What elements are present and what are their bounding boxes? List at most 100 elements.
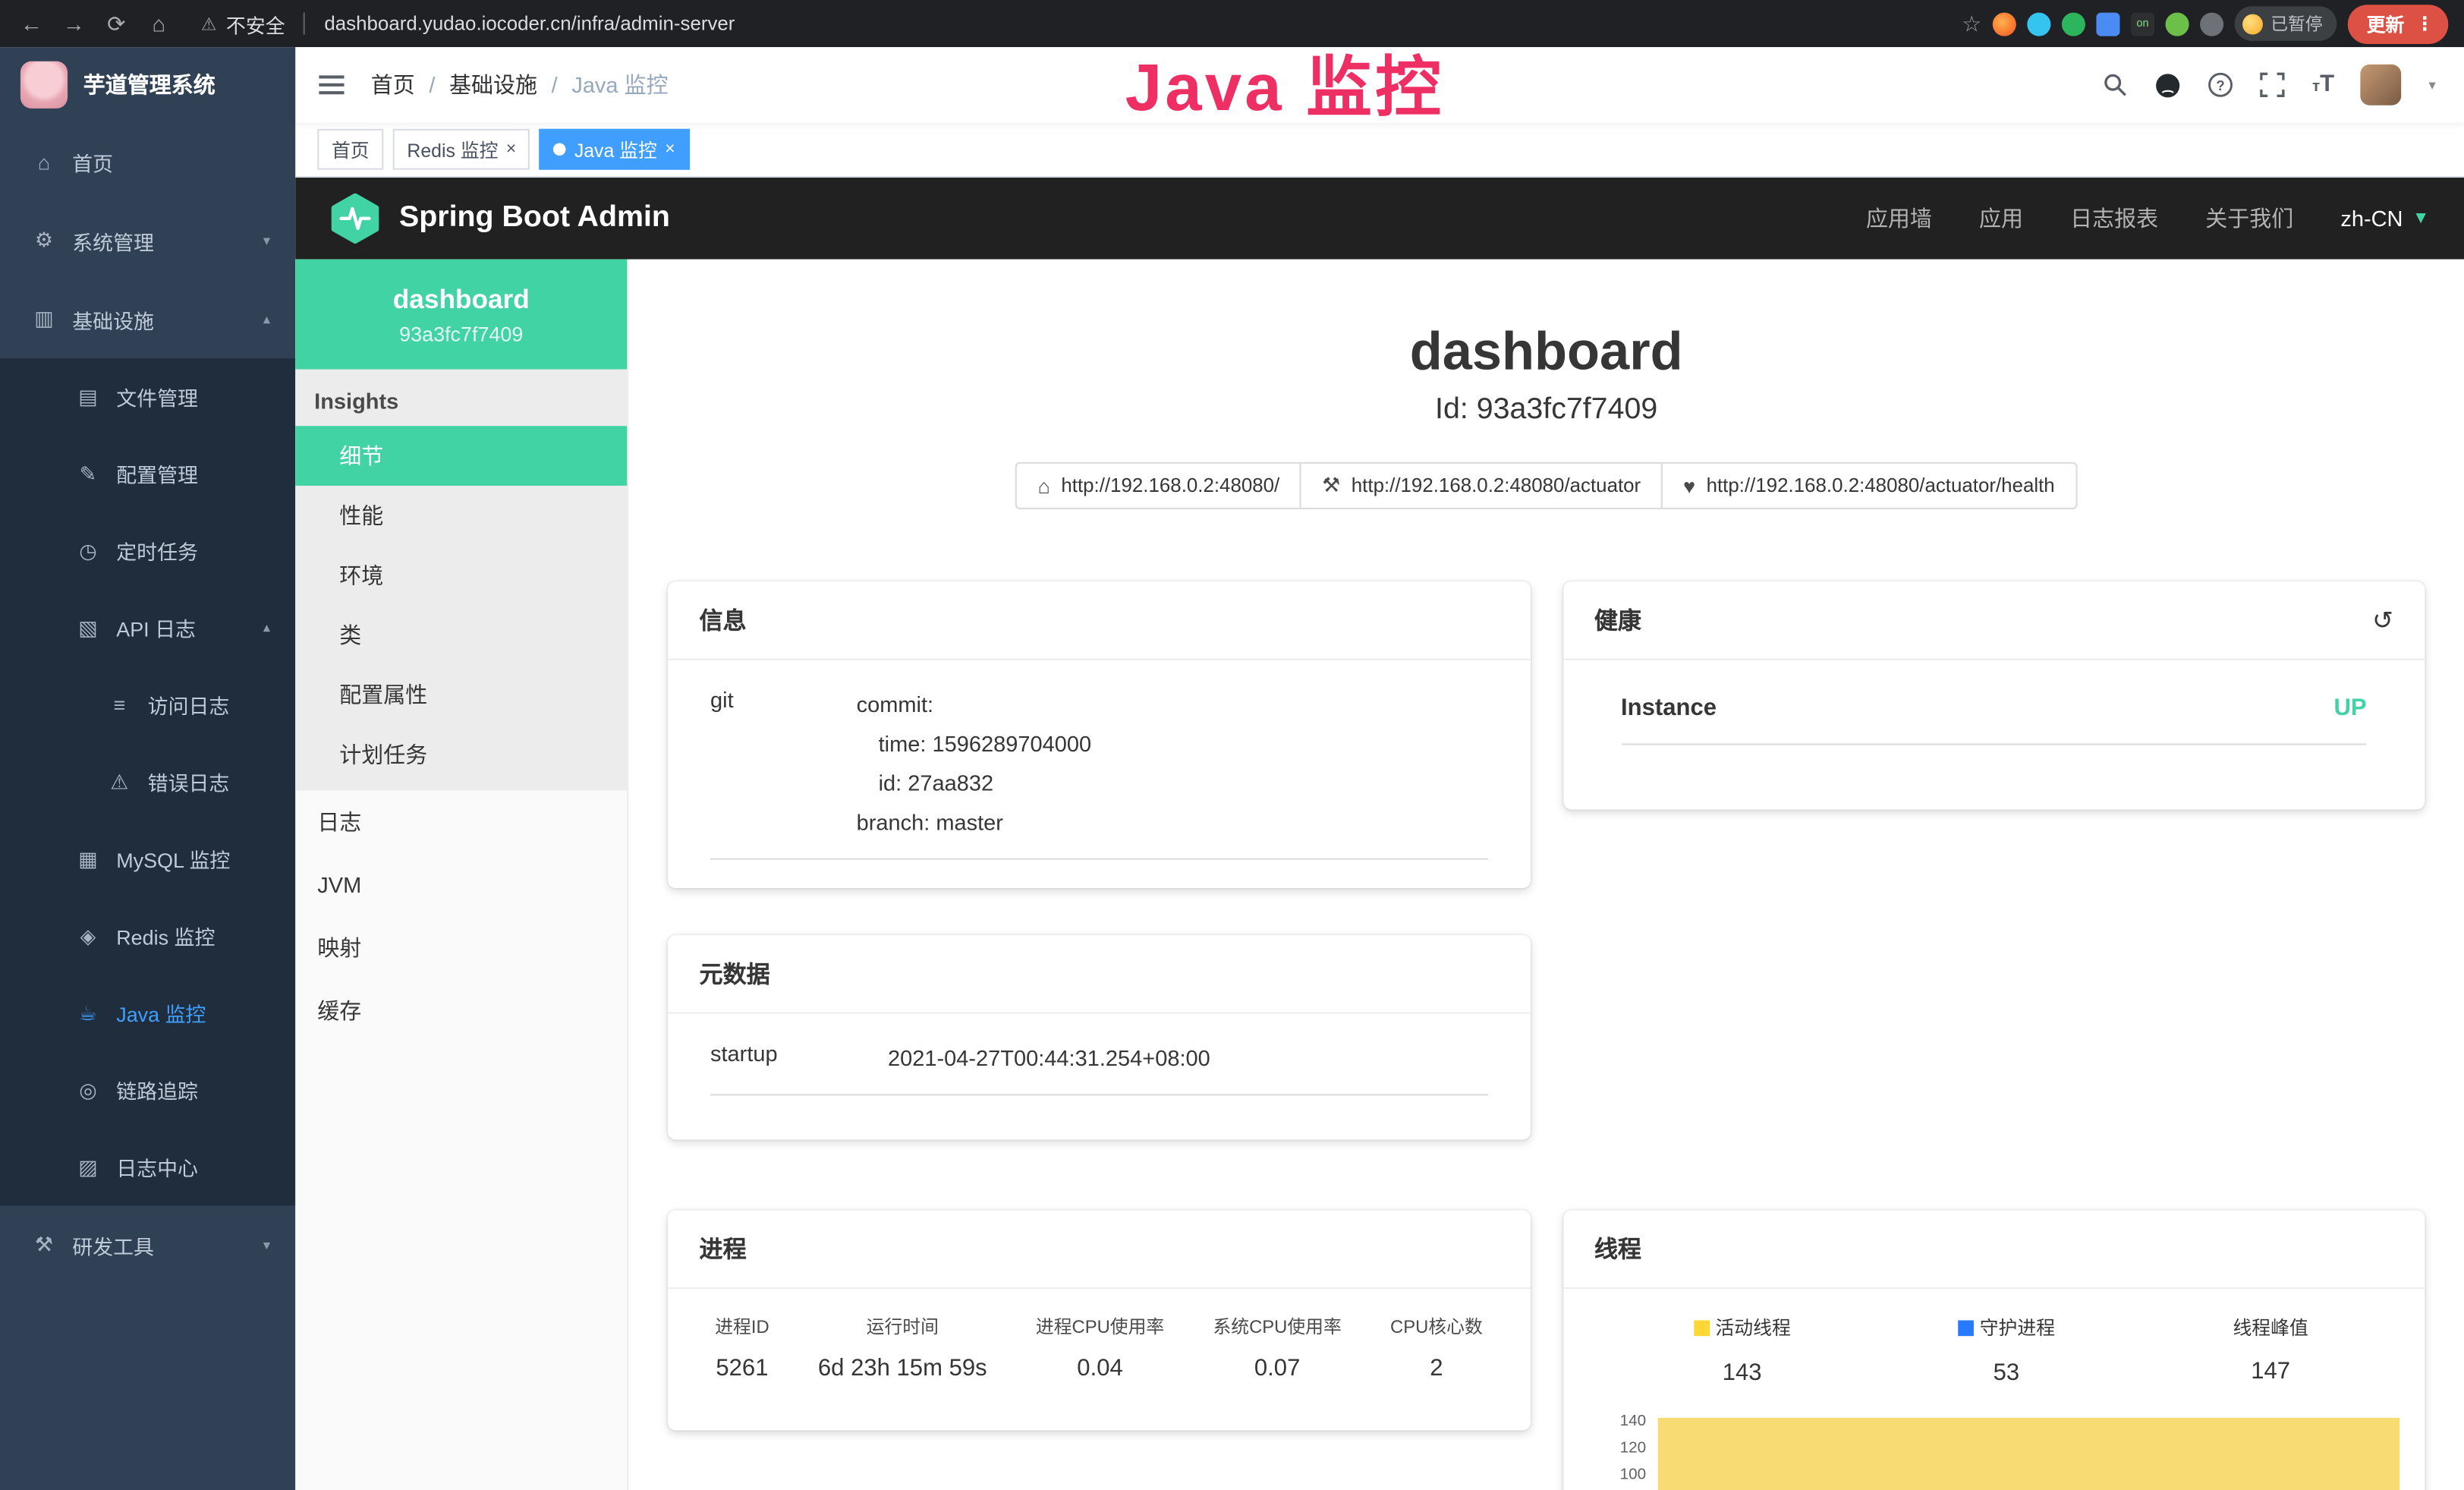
chevron-down-icon: ▾ — [263, 1236, 270, 1254]
tag-home[interactable]: 首页 — [317, 129, 383, 170]
breadcrumb-separator: / — [552, 72, 558, 97]
extension-pawn-icon[interactable] — [2200, 12, 2223, 36]
chevron-down-icon[interactable]: ▾ — [2428, 76, 2435, 93]
sba-item-jvm[interactable]: JVM — [295, 853, 627, 916]
sidebar-item-api-logs[interactable]: ▧ API 日志 ▴ — [0, 590, 295, 666]
metadata-card: 元数据 startup 2021-04-27T00:44:31.254+08:0… — [668, 935, 1530, 1139]
sba-item-scheduled-tasks[interactable]: 计划任务 — [295, 725, 627, 785]
sba-item-environment[interactable]: 环境 — [295, 546, 627, 606]
sba-item-details[interactable]: 细节 — [295, 426, 627, 486]
sidebar-item-home[interactable]: ⌂ 首页 — [0, 123, 295, 202]
extension-icon[interactable] — [1993, 12, 2016, 36]
service-url-button[interactable]: ⌂ http://192.168.0.2:48080/ — [1016, 462, 1302, 509]
search-icon[interactable] — [2104, 72, 2129, 97]
sidebar-item-mysql-monitor[interactable]: ▦ MySQL 监控 — [0, 821, 295, 897]
breadcrumb-infrastructure[interactable]: 基础设施 — [449, 69, 537, 100]
kebab-menu-icon[interactable]: ⋮ — [2415, 13, 2434, 35]
actuator-url-button[interactable]: ⚒ http://192.168.0.2:48080/actuator — [1300, 462, 1663, 509]
sidebar-item-config-mgmt[interactable]: ✎ 配置管理 — [0, 436, 295, 512]
back-icon[interactable]: ← — [16, 11, 47, 36]
locale-selector[interactable]: zh-CN ▼ — [2340, 206, 2429, 231]
sidebar-item-error-logs[interactable]: ⚠ 错误日志 — [0, 743, 295, 820]
threads-chart: 140 120 100 — [1610, 1407, 2403, 1490]
sidebar-item-scheduled-jobs[interactable]: ◷ 定时任务 — [0, 512, 295, 589]
sidebar-item-tracing[interactable]: ◎ 链路追踪 — [0, 1051, 295, 1128]
paused-badge[interactable]: 已暂停 — [2235, 6, 2337, 41]
sidebar-item-system-mgmt[interactable]: ⚙ 系统管理 ▾ — [0, 201, 295, 280]
app-sidebar: 芋道管理系统 ⌂ 首页 ⚙ 系统管理 ▾ ▥ 基础设施 ▴ ▤ 文件管理 — [0, 47, 295, 1490]
sidebar-item-file-mgmt[interactable]: ▤ 文件管理 — [0, 358, 295, 435]
extension-icon[interactable] — [2062, 12, 2085, 36]
instance-title: dashboard — [628, 323, 2464, 384]
app-title: 芋道管理系统 — [83, 69, 216, 100]
legend-daemon-threads: 守护进程 53 — [1874, 1314, 2138, 1385]
address-bar[interactable]: ⚠ 不安全 dashboard.yudao.iocoder.cn/infra/a… — [201, 8, 735, 38]
extension-leaf-icon[interactable] — [2166, 12, 2189, 36]
sba-brand[interactable]: Spring Boot Admin — [399, 201, 670, 236]
close-icon[interactable]: × — [665, 140, 675, 159]
sidebar-item-log-center[interactable]: ▨ 日志中心 — [0, 1129, 295, 1205]
github-icon[interactable] — [2155, 71, 2182, 98]
chrome-update-button[interactable]: 更新 ⋮ — [2348, 4, 2449, 43]
sba-item-logs[interactable]: 日志 — [295, 791, 627, 854]
sba-nav-journal[interactable]: 日志报表 — [2070, 203, 2158, 234]
git-branch-line: branch: master — [857, 803, 1487, 843]
sidebar-item-infrastructure[interactable]: ▥ 基础设施 ▴ — [0, 280, 295, 359]
sba-item-classes[interactable]: 类 — [295, 605, 627, 665]
sba-nav-wallboard[interactable]: 应用墙 — [1866, 203, 1932, 234]
file-icon: ▤ — [75, 384, 100, 409]
home-icon[interactable]: ⌂ — [143, 11, 174, 36]
breadcrumb-home[interactable]: 首页 — [371, 69, 415, 100]
user-avatar[interactable] — [2361, 65, 2402, 106]
sba-item-caches[interactable]: 缓存 — [295, 979, 627, 1042]
y-tick: 100 — [1620, 1461, 1647, 1488]
instance-header[interactable]: dashboard 93a3fc7f7409 — [295, 260, 627, 370]
metadata-key: startup — [710, 1039, 888, 1079]
sidebar-item-access-logs[interactable]: ≡ 访问日志 — [0, 666, 295, 743]
breadcrumb-separator: / — [429, 72, 435, 97]
legend-live-threads: 活动线程 143 — [1610, 1314, 1874, 1385]
security-label[interactable]: 不安全 — [226, 8, 285, 38]
tag-redis-monitor[interactable]: Redis 监控 × — [393, 129, 530, 170]
heart-icon: ♥ — [1683, 474, 1695, 497]
timer-icon: ◷ — [75, 538, 100, 563]
sba-item-config-props[interactable]: 配置属性 — [295, 665, 627, 725]
url-text[interactable]: dashboard.yudao.iocoder.cn/infra/admin-s… — [324, 13, 735, 35]
sba-nav-about[interactable]: 关于我们 — [2205, 203, 2293, 234]
sba-item-mappings[interactable]: 映射 — [295, 916, 627, 979]
sidebar-item-java-monitor[interactable]: ☕ Java 监控 — [0, 975, 295, 1051]
history-icon[interactable]: ↺ — [2372, 604, 2393, 635]
app-logo-row[interactable]: 芋道管理系统 — [0, 47, 295, 122]
forward-icon[interactable]: → — [58, 11, 90, 36]
extension-grid-icon[interactable] — [2096, 12, 2119, 36]
sba-item-metrics[interactable]: 性能 — [295, 486, 627, 546]
font-size-icon[interactable]: тT — [2312, 71, 2334, 99]
reload-icon[interactable]: ⟳ — [101, 10, 132, 36]
wrench-icon: ⚒ — [1322, 473, 1340, 498]
sba-main: dashboard Id: 93a3fc7f7409 ⌂ http://192.… — [628, 260, 2464, 1490]
sidebar-item-dev-tools[interactable]: ⚒ 研发工具 ▾ — [0, 1205, 295, 1284]
help-icon[interactable]: ? — [2208, 72, 2233, 97]
bookmark-star-icon[interactable]: ☆ — [1962, 10, 1981, 36]
blue-swatch-icon — [1958, 1319, 1974, 1335]
address-divider — [304, 13, 305, 35]
redis-icon: ◈ — [75, 924, 100, 949]
sba-nav-applications[interactable]: 应用 — [1979, 203, 2023, 234]
home-icon: ⌂ — [31, 150, 56, 174]
sidebar-fold-icon[interactable] — [317, 72, 345, 97]
close-icon[interactable]: × — [506, 140, 516, 159]
api-log-icon: ▧ — [75, 616, 100, 641]
sba-sidebar: dashboard 93a3fc7f7409 Insights 细节 性能 环境… — [295, 260, 628, 1490]
git-commit-line: commit: — [857, 685, 1487, 725]
breadcrumb-current: Java 监控 — [571, 69, 668, 100]
health-card: 健康 ↺ Instance UP — [1562, 581, 2425, 809]
health-url-button[interactable]: ♥ http://192.168.0.2:48080/actuator/heal… — [1661, 462, 2077, 509]
infrastructure-icon: ▥ — [31, 307, 56, 332]
fullscreen-icon[interactable] — [2261, 72, 2286, 97]
extension-icon[interactable] — [2027, 12, 2050, 36]
mysql-icon: ▦ — [75, 846, 100, 871]
log-center-icon: ▨ — [75, 1155, 100, 1180]
sidebar-item-redis-monitor[interactable]: ◈ Redis 监控 — [0, 897, 295, 974]
extension-on-icon[interactable]: on — [2131, 12, 2154, 36]
tag-java-monitor[interactable]: Java 监控 × — [540, 129, 689, 170]
